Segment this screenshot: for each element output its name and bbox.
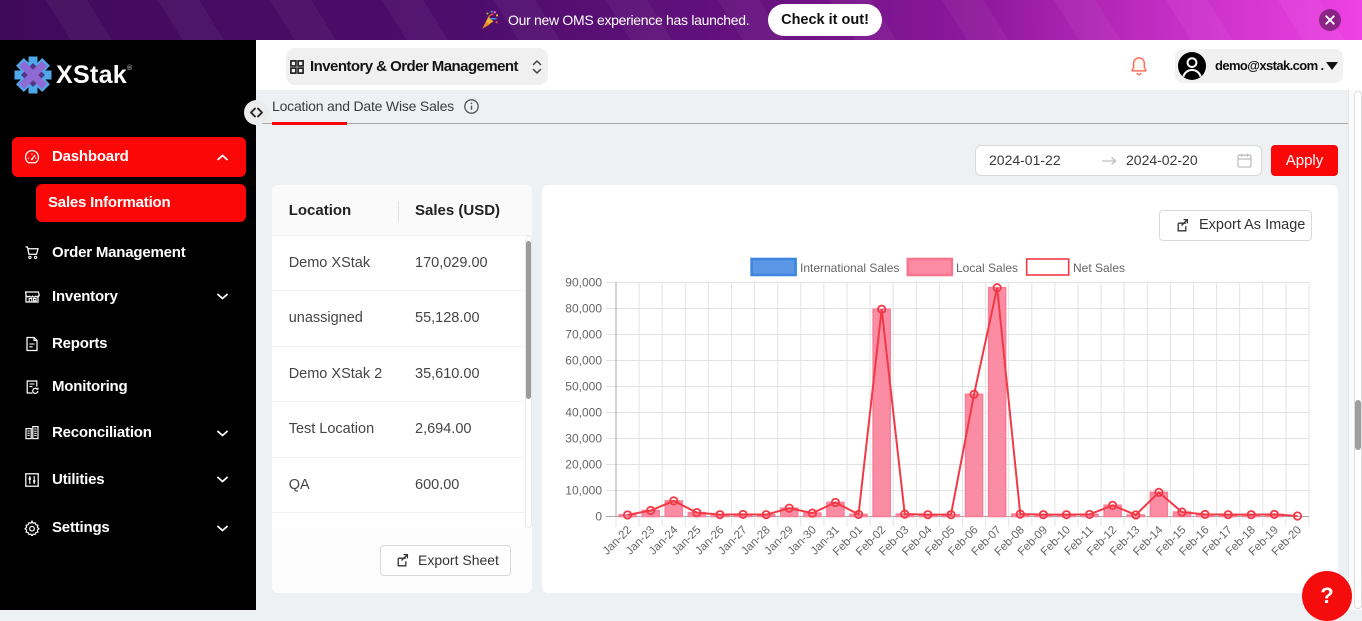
svg-text:40,000: 40,000 (565, 405, 602, 419)
svg-text:60,000: 60,000 (565, 353, 602, 367)
svg-text:80,000: 80,000 (565, 301, 602, 315)
svg-text:90,000: 90,000 (565, 275, 602, 289)
svg-text:Net Sales: Net Sales (1073, 261, 1125, 275)
svg-text:30,000: 30,000 (565, 431, 602, 445)
svg-text:50,000: 50,000 (565, 379, 602, 393)
svg-text:10,000: 10,000 (565, 483, 602, 497)
svg-text:International Sales: International Sales (800, 261, 899, 275)
svg-text:20,000: 20,000 (565, 457, 602, 471)
svg-text:Local Sales: Local Sales (956, 261, 1018, 275)
svg-text:0: 0 (595, 509, 602, 523)
svg-text:70,000: 70,000 (565, 327, 602, 341)
